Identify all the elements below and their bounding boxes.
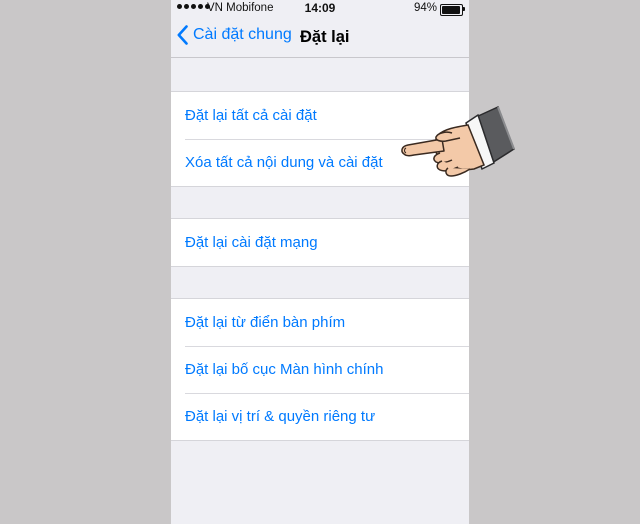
back-button[interactable]: Cài đặt chung (177, 25, 292, 45)
chevron-left-icon (177, 25, 188, 45)
reset-group-2: Đặt lại cài đặt mạng (171, 218, 469, 267)
reset-group-3: Đặt lại từ điển bàn phím Đặt lại bố cục … (171, 298, 469, 441)
reset-keyboard-dictionary-row[interactable]: Đặt lại từ điển bàn phím (171, 299, 469, 346)
phone-screen: VN Mobifone 14:09 94% Cài đặt chung Đặt … (171, 0, 469, 524)
battery-icon (440, 4, 465, 16)
navigation-bar: Cài đặt chung Đặt lại (171, 18, 469, 58)
page-title: Đặt lại (300, 28, 350, 46)
reset-location-privacy-row[interactable]: Đặt lại vị trí & quyền riêng tư (171, 393, 469, 440)
battery-percentage: 94% (413, 2, 437, 14)
reset-home-screen-layout-row[interactable]: Đặt lại bố cục Màn hình chính (171, 346, 469, 393)
reset-network-settings-row[interactable]: Đặt lại cài đặt mạng (171, 219, 469, 266)
back-label: Cài đặt chung (193, 26, 292, 43)
pointing-hand-icon (401, 105, 515, 177)
status-bar: VN Mobifone 14:09 94% (171, 0, 469, 18)
